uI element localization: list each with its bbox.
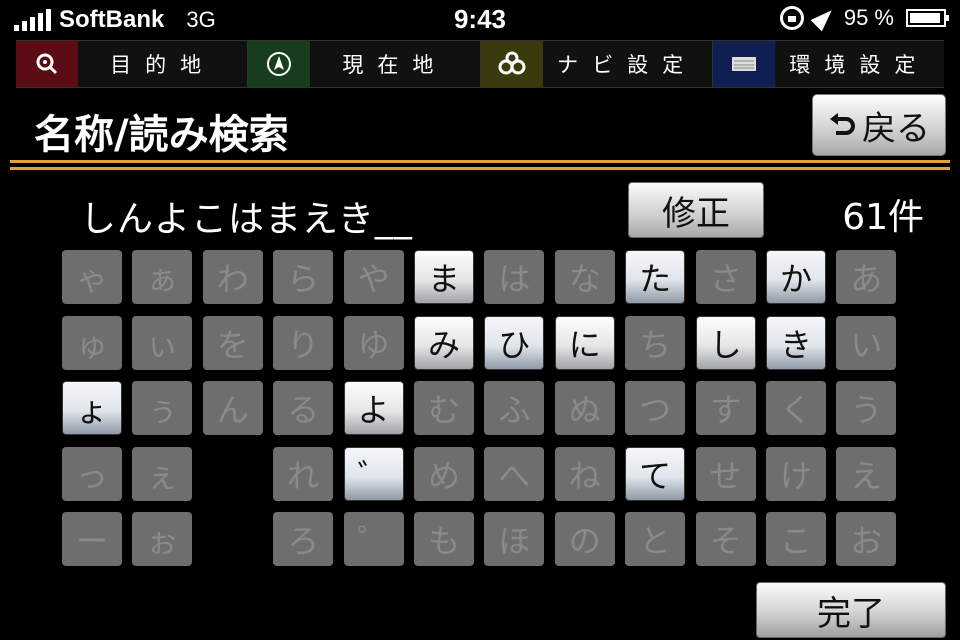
kana-key: う (836, 381, 897, 435)
menu-destination[interactable]: 目的地 (16, 41, 249, 87)
menu-environment-settings[interactable]: 環境設定 (712, 41, 944, 87)
kana-key: ゜ (343, 512, 404, 566)
kana-key: は (484, 250, 545, 304)
kana-key[interactable]: ひ (484, 315, 545, 370)
kana-key: せ (695, 446, 756, 501)
destination-search-icon (16, 41, 78, 87)
kana-key: む (414, 381, 474, 435)
kana-key: ふ (484, 381, 545, 435)
kana-key: わ (202, 250, 263, 304)
kana-key: ゃ (62, 250, 122, 304)
kana-key[interactable]: て (625, 446, 686, 501)
kana-key: ぇ (132, 446, 193, 501)
menu-environment-settings-label: 環境設定 (789, 53, 930, 77)
kana-key: と (625, 512, 686, 566)
kana-key: え (836, 446, 897, 501)
kana-key: ぬ (554, 381, 615, 435)
fix-button[interactable]: 修正 (628, 182, 764, 238)
kana-key[interactable]: み (414, 315, 474, 370)
kana-key[interactable]: ょ (62, 381, 122, 435)
kana-key: ー (62, 512, 122, 566)
kana-key: お (836, 512, 897, 566)
kana-key: の (554, 512, 615, 566)
battery-fill (910, 13, 941, 23)
rotation-lock-icon (779, 6, 804, 30)
kana-key: も (414, 512, 474, 566)
orange-divider-bottom (10, 167, 950, 170)
kana-key: け (766, 446, 826, 501)
kana-key: ぅ (132, 381, 193, 435)
menu-destination-label: 目的地 (110, 53, 216, 77)
menu-navi-settings-label: ナビ設定 (557, 53, 698, 77)
kana-key[interactable]: し (695, 315, 756, 370)
kana-key: ろ (273, 512, 334, 566)
navi-settings-icon (480, 41, 543, 87)
menu-navi-settings[interactable]: ナビ設定 (480, 41, 713, 87)
kana-key: ら (273, 250, 334, 304)
kana-key[interactable]: き (766, 315, 826, 370)
kana-key: ね (554, 446, 615, 501)
battery-icon (906, 9, 949, 27)
kana-key: つ (625, 381, 686, 435)
kana-key: く (766, 381, 826, 435)
kana-key[interactable]: ま (414, 250, 474, 304)
back-button[interactable]: 戻る (812, 94, 946, 156)
kana-key: ぁ (132, 250, 193, 304)
kana-key: や (343, 250, 404, 304)
kana-key: ゆ (343, 315, 404, 370)
kana-key[interactable]: よ (343, 381, 404, 435)
kana-key: ゅ (62, 315, 122, 370)
kana-key[interactable]: た (625, 250, 686, 304)
kana-key: め (414, 446, 474, 501)
kana-key: な (554, 250, 615, 304)
kana-key: ち (625, 315, 686, 370)
battery-percent: 95 % (843, 5, 894, 30)
search-query-display: しんよこはまえき__ (80, 199, 413, 240)
kana-key: っ (62, 446, 122, 501)
return-arrow-icon (830, 113, 855, 135)
kana-key: を (202, 315, 263, 370)
kana-key: り (273, 315, 334, 370)
environment-settings-icon (712, 41, 775, 87)
done-button[interactable]: 完了 (756, 582, 946, 638)
kana-key: こ (766, 512, 826, 566)
kana-key: す (695, 381, 756, 435)
kana-key: れ (273, 446, 334, 501)
kana-key: そ (695, 512, 756, 566)
kana-key[interactable]: に (554, 315, 615, 370)
current-location-icon (248, 41, 311, 87)
top-menu-bar: 目的地 現在地 ナビ設定 環境設定 (16, 40, 944, 88)
kana-key: さ (695, 250, 756, 304)
status-right: 95 % (779, 4, 949, 32)
menu-current-location[interactable]: 現在地 (248, 41, 481, 87)
page-title: 名称/読み検索 (34, 112, 289, 158)
status-bar: SoftBank 3G 9:43 95 % (0, 0, 960, 40)
kana-key: る (273, 381, 334, 435)
kana-key: い (836, 315, 897, 370)
kana-key: ぉ (132, 512, 193, 566)
kana-key: ん (202, 381, 263, 435)
result-count: 61件 (842, 197, 924, 238)
kana-key: ほ (484, 512, 545, 566)
back-button-label: 戻る (862, 108, 930, 149)
location-arrow-icon (810, 4, 838, 32)
kana-key[interactable]: ゛ (343, 446, 404, 501)
kana-key: へ (484, 446, 545, 501)
orange-divider-top (10, 160, 950, 163)
menu-current-location-label: 現在地 (342, 53, 448, 77)
kana-key[interactable]: か (766, 250, 826, 304)
kana-key: ぃ (132, 315, 193, 370)
kana-key: あ (836, 250, 897, 304)
